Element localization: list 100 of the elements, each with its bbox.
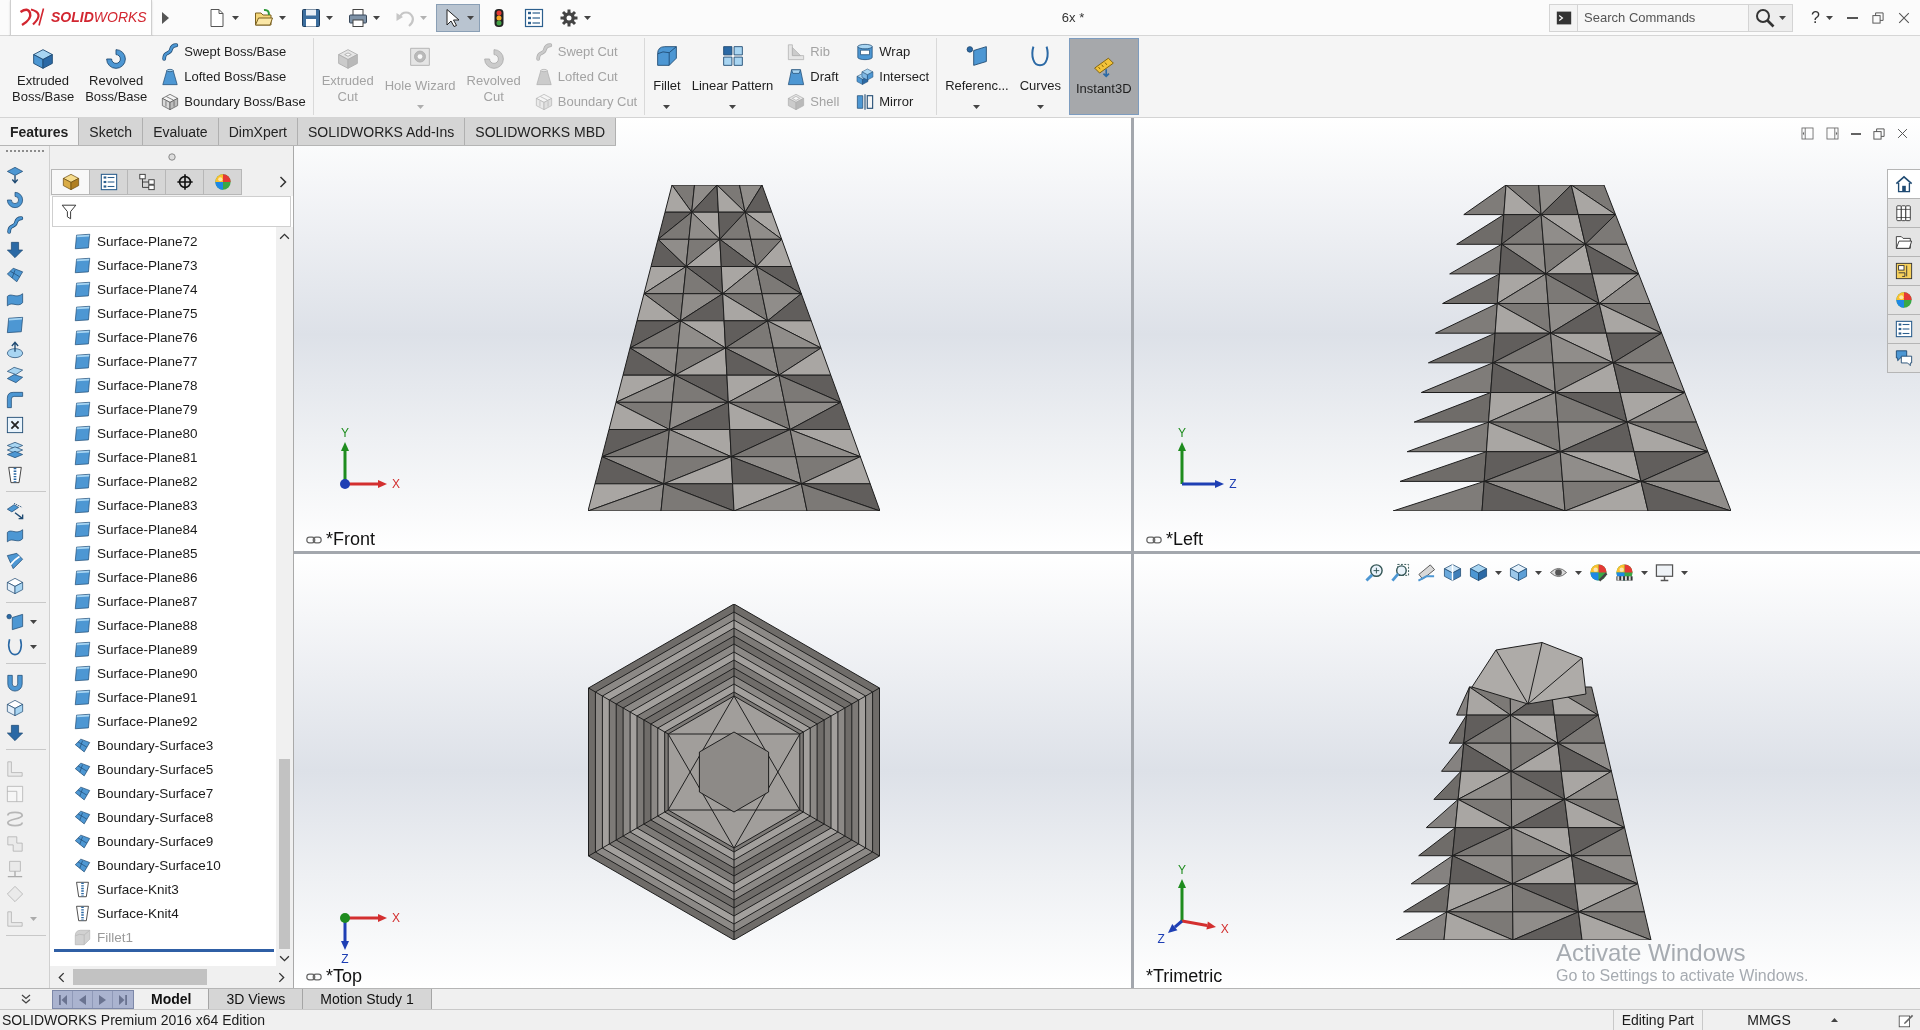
mirror-halves-icon[interactable] — [856, 92, 875, 111]
tree-item[interactable]: Surface-Plane90 — [74, 661, 276, 685]
ribbon-button[interactable]: Swept Boss/Base — [159, 39, 308, 64]
caret-icon[interactable] — [1779, 15, 1787, 20]
arrow-sheet-icon[interactable] — [6, 165, 24, 184]
caret-icon[interactable] — [729, 105, 736, 109]
view-palette-icon[interactable] — [1895, 262, 1913, 280]
overlapping-cubes-icon[interactable] — [856, 67, 875, 86]
part-block-icon[interactable] — [61, 173, 80, 191]
tree-item[interactable]: Surface-Plane82 — [74, 469, 276, 493]
ribbon-button[interactable]: Extruded Boss/Base — [9, 38, 78, 115]
x-box-icon[interactable] — [6, 415, 24, 434]
knit-icon[interactable] — [74, 880, 91, 898]
surface-plane-icon[interactable] — [6, 315, 24, 334]
scrollbar-thumb[interactable] — [279, 759, 290, 949]
books-icon[interactable] — [1895, 204, 1913, 222]
model-tab[interactable]: 3D Views — [209, 989, 304, 1009]
monitor-icon[interactable] — [1655, 563, 1674, 582]
tree-item[interactable]: Boundary-Surface3 — [74, 733, 276, 757]
caret-icon[interactable] — [973, 105, 981, 109]
ring-icon[interactable] — [6, 190, 24, 209]
boundary-surface-icon[interactable] — [74, 856, 91, 874]
ribbon-button[interactable]: Fillet — [650, 38, 684, 115]
surface-plane-icon[interactable] — [74, 640, 91, 658]
panel-tab[interactable] — [127, 169, 166, 195]
boundary-surface-icon[interactable] — [74, 760, 91, 778]
color-ball-pencil-icon[interactable] — [1589, 563, 1608, 582]
tree-item[interactable]: Boundary-Surface9 — [74, 829, 276, 853]
search-icon[interactable] — [1755, 7, 1776, 28]
offset-sheets-icon[interactable] — [6, 365, 24, 384]
chevron-right-icon[interactable] — [279, 176, 287, 188]
properties-list-icon[interactable] — [99, 173, 118, 191]
chevron-double-icon[interactable] — [21, 994, 31, 1004]
properties-list-icon[interactable] — [1895, 320, 1913, 338]
twisted-sheet-icon[interactable] — [6, 290, 24, 309]
caret-icon[interactable] — [1036, 105, 1044, 109]
task-pane-tab[interactable] — [1887, 314, 1920, 344]
printer-icon[interactable] — [348, 7, 368, 28]
surface-plane-icon[interactable] — [74, 424, 91, 442]
surface-plane-icon[interactable] — [74, 280, 91, 298]
surface-plane-icon[interactable] — [74, 712, 91, 730]
logo-menu-button[interactable]: SOLIDWORKS — [10, 0, 152, 36]
surface-plane-icon[interactable] — [74, 616, 91, 634]
command-tab[interactable]: Sketch — [79, 118, 144, 145]
caret-icon[interactable] — [1826, 15, 1833, 20]
tree-item[interactable]: Boundary-Surface8 — [74, 805, 276, 829]
surface-plane-icon[interactable] — [74, 592, 91, 610]
search-button[interactable] — [1749, 3, 1794, 32]
minimize-icon[interactable] — [1851, 132, 1861, 135]
boundary-surface-icon[interactable] — [6, 265, 24, 284]
surface-plane-icon[interactable] — [74, 664, 91, 682]
knit-icon[interactable] — [74, 904, 91, 922]
rounded-block-icon[interactable] — [655, 45, 678, 67]
ribbon-button[interactable]: Linear Pattern — [688, 38, 777, 115]
tree-item[interactable]: Surface-Plane84 — [74, 517, 276, 541]
magnifier-frame-icon[interactable] — [1365, 563, 1384, 582]
filter-icon[interactable] — [61, 203, 77, 220]
chat-bubbles-icon[interactable] — [1895, 349, 1913, 367]
surface-plane-icon[interactable] — [74, 448, 91, 466]
caret-up-icon[interactable] — [1831, 1018, 1838, 1022]
tree-item[interactable]: Surface-Plane87 — [74, 589, 276, 613]
ribbon-button[interactable]: Revolved Boss/Base — [82, 38, 151, 115]
caret-icon[interactable] — [326, 15, 333, 20]
s-curve-icon[interactable] — [161, 42, 180, 61]
color-ball-icon[interactable] — [1895, 291, 1913, 309]
surface-plane-icon[interactable] — [74, 352, 91, 370]
cap-icon[interactable] — [6, 340, 24, 359]
tree-item[interactable]: Surface-Plane77 — [74, 349, 276, 373]
tree-item[interactable]: Surface-Plane73 — [74, 253, 276, 277]
tree-item[interactable]: Surface-Plane78 — [74, 373, 276, 397]
tile-left-icon[interactable] — [1801, 127, 1814, 140]
tile-right-icon[interactable] — [1826, 127, 1839, 140]
display-sphere-icon[interactable] — [213, 173, 232, 191]
curve-icon[interactable] — [6, 637, 24, 656]
boundary-surface-icon[interactable] — [74, 832, 91, 850]
surface-plane-icon[interactable] — [74, 232, 91, 250]
surface-plane-icon[interactable] — [74, 472, 91, 490]
panel-tab[interactable] — [89, 169, 128, 195]
caret-icon[interactable] — [373, 15, 380, 20]
terminal-icon[interactable] — [1555, 9, 1572, 26]
vertical-scrollbar[interactable] — [276, 227, 293, 966]
pattern-grid-icon[interactable] — [721, 45, 744, 67]
shaded-cube-icon[interactable] — [1509, 563, 1528, 582]
caret-icon[interactable] — [1681, 570, 1688, 575]
tree-item[interactable]: Surface-Knit4 — [74, 901, 276, 925]
command-tab[interactable]: DimXpert — [218, 118, 298, 145]
draft-icon[interactable] — [787, 67, 806, 86]
tree-item[interactable]: Boundary-Surface7 — [74, 781, 276, 805]
ribbon-button[interactable]: Instant3D — [1068, 38, 1139, 115]
task-pane-tab[interactable] — [1887, 256, 1920, 286]
home-icon[interactable] — [1895, 175, 1913, 193]
ruler-icon[interactable] — [1092, 56, 1115, 78]
slanted-bar-icon[interactable] — [1417, 563, 1436, 582]
framed-cube-icon[interactable] — [6, 576, 24, 595]
command-prompt-button[interactable] — [1549, 3, 1578, 32]
surface-plane-icon[interactable] — [74, 256, 91, 274]
s-curve-icon[interactable] — [6, 215, 24, 234]
tree-item[interactable]: Surface-Plane85 — [74, 541, 276, 565]
toolbar-button[interactable] — [436, 3, 480, 32]
gear-icon[interactable] — [559, 7, 579, 28]
